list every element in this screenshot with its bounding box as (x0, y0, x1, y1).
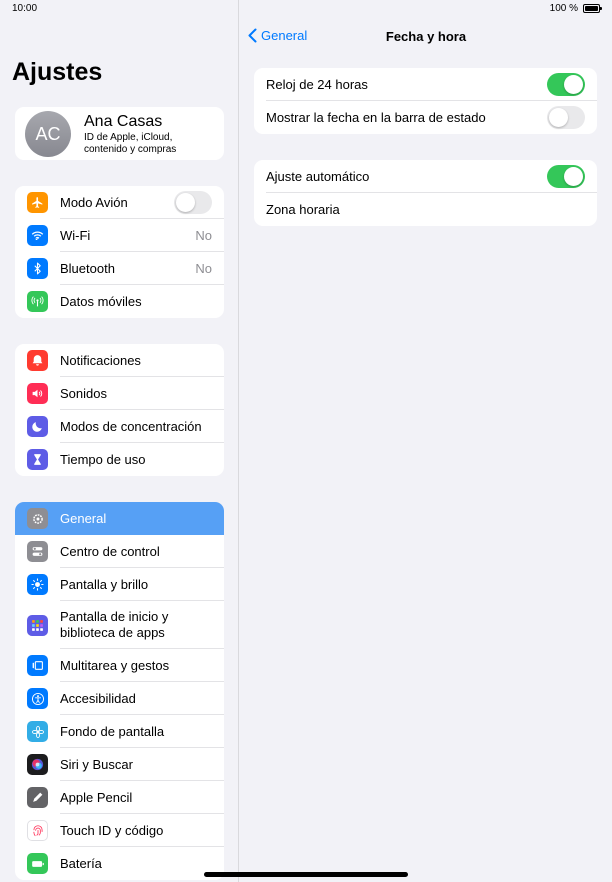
sidebar-item-airplane-mode[interactable]: Modo Avión (15, 186, 224, 219)
grid-icon (27, 614, 48, 636)
sidebar-item-sounds[interactable]: Sonidos (15, 377, 224, 410)
sidebar-item-siri[interactable]: Siri y Buscar (15, 748, 224, 781)
sidebar-item-label: Modos de concentración (60, 418, 202, 434)
sidebar-item-battery[interactable]: Batería (15, 847, 224, 880)
sidebar-item-label: Tiempo de uso (60, 451, 146, 467)
sun-icon (27, 574, 48, 595)
settings-sidebar: Ajustes AC Ana Casas ID de Apple, iCloud… (0, 0, 239, 882)
avatar: AC (25, 111, 71, 157)
sidebar-item-label: Sonidos (60, 385, 107, 401)
sidebar-item-label: Siri y Buscar (60, 756, 133, 772)
fingerprint-icon (27, 820, 48, 841)
show-date-toggle[interactable] (547, 106, 585, 129)
wifi-status: No (195, 228, 212, 243)
home-indicator[interactable] (204, 872, 408, 877)
sidebar-item-label: Datos móviles (60, 293, 142, 309)
sidebar-item-bluetooth[interactable]: Bluetooth No (15, 252, 224, 285)
sidebar-item-multitasking[interactable]: Multitarea y gestos (15, 649, 224, 682)
multitask-icon (27, 655, 48, 676)
sidebar-item-control-center[interactable]: Centro de control (15, 535, 224, 568)
switches-icon (27, 541, 48, 562)
setting-label: Zona horaria (266, 201, 340, 217)
sidebar-item-label: Centro de control (60, 543, 160, 559)
bluetooth-status: No (195, 261, 212, 276)
hourglass-icon (27, 449, 48, 470)
accessibility-icon (27, 688, 48, 709)
sidebar-item-label: Wi-Fi (60, 227, 91, 243)
airplane-mode-toggle[interactable] (174, 191, 212, 214)
connectivity-group: Modo Avión Wi-Fi No Bluetooth No Datos m… (15, 186, 224, 318)
profile-subtitle: ID de Apple, iCloud, contenido y compras (84, 132, 177, 155)
notifications-group: Notificaciones Sonidos Modos de concentr… (15, 344, 224, 476)
bluetooth-icon (27, 258, 48, 279)
sidebar-item-mobile-data[interactable]: Datos móviles (15, 285, 224, 318)
general-group: General Centro de control Pantalla y bri… (15, 502, 224, 880)
battery-icon (27, 853, 48, 874)
detail-nav-bar: General Fecha y hora (240, 18, 612, 54)
sidebar-item-wallpaper[interactable]: Fondo de pantalla (15, 715, 224, 748)
sidebar-item-general[interactable]: General (15, 502, 224, 535)
speaker-icon (27, 383, 48, 404)
sidebar-item-wifi[interactable]: Wi-Fi No (15, 219, 224, 252)
gear-icon (27, 508, 48, 529)
setting-time-zone[interactable]: Zona horaria (254, 193, 597, 226)
sidebar-item-label: Multitarea y gestos (60, 657, 170, 673)
battery-status-icon (583, 4, 602, 13)
sidebar-item-label: Notificaciones (60, 352, 141, 368)
battery-percent: 100 % (549, 3, 578, 14)
sidebar-item-label: General (60, 510, 107, 526)
apple-id-profile[interactable]: AC Ana Casas ID de Apple, iCloud, conten… (15, 107, 224, 160)
siri-icon (27, 754, 48, 775)
sidebar-item-label: Pantalla y brillo (60, 576, 149, 592)
pencil-icon (27, 787, 48, 808)
sidebar-item-label: Bluetooth (60, 260, 115, 276)
setting-label: Ajuste automático (266, 168, 370, 184)
wifi-icon (27, 225, 48, 246)
bell-icon (27, 350, 48, 371)
status-right: 100 % (549, 3, 602, 14)
page-title: Fecha y hora (385, 29, 467, 44)
sidebar-item-touch-id[interactable]: Touch ID y código (15, 814, 224, 847)
24-hour-clock-toggle[interactable] (547, 73, 585, 96)
sidebar-item-notifications[interactable]: Notificaciones (15, 344, 224, 377)
setting-24-hour-clock: Reloj de 24 horas (254, 68, 597, 101)
sidebar-item-apple-pencil[interactable]: Apple Pencil (15, 781, 224, 814)
clock-settings-group: Reloj de 24 horas Mostrar la fecha en la… (254, 68, 597, 134)
sidebar-item-focus[interactable]: Modos de concentración (15, 410, 224, 443)
sidebar-item-label: Accesibilidad (60, 690, 136, 706)
setting-show-date-status-bar: Mostrar la fecha en la barra de estado (254, 101, 597, 134)
sidebar-item-label: Fondo de pantalla (60, 723, 165, 739)
setting-set-automatically: Ajuste automático (254, 160, 597, 193)
airplane-icon (27, 192, 48, 213)
sidebar-item-label: Apple Pencil (60, 789, 133, 805)
setting-label: Reloj de 24 horas (266, 76, 368, 92)
setting-label: Mostrar la fecha en la barra de estado (266, 109, 486, 125)
set-automatically-toggle[interactable] (547, 165, 585, 188)
antenna-icon (27, 291, 48, 312)
sidebar-item-label: Batería (60, 855, 102, 871)
sidebar-item-display[interactable]: Pantalla y brillo (15, 568, 224, 601)
profile-name: Ana Casas (84, 113, 163, 130)
sidebar-item-home-screen[interactable]: Pantalla de inicio y biblioteca de apps (15, 601, 224, 649)
sidebar-item-screen-time[interactable]: Tiempo de uso (15, 443, 224, 476)
sidebar-item-label: Modo Avión (60, 194, 128, 210)
sidebar-item-label: Pantalla de inicio y biblioteca de apps (60, 609, 169, 640)
moon-icon (27, 416, 48, 437)
sidebar-title: Ajustes (12, 58, 103, 86)
flower-icon (27, 721, 48, 742)
sidebar-item-label: Touch ID y código (60, 822, 164, 838)
sidebar-item-accessibility[interactable]: Accesibilidad (15, 682, 224, 715)
time-zone-group: Ajuste automático Zona horaria (254, 160, 597, 226)
